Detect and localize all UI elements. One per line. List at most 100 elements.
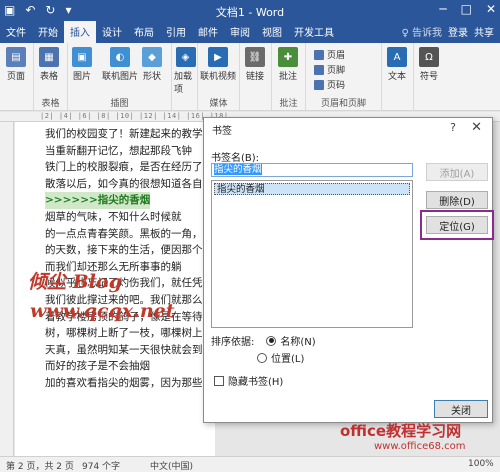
group-label-comments: 批注 <box>279 99 298 109</box>
group-addins: ◈ 加载项 <box>172 43 198 111</box>
tab-view[interactable]: 视图 <box>256 21 288 43</box>
online-picture-button[interactable]: ◐ 联机图片 <box>102 47 138 82</box>
tab-design[interactable]: 设计 <box>96 21 128 43</box>
doc-line: 的一点点青春笑颜。黑板的一角， <box>45 227 203 240</box>
bookmark-name-label: 书签名(B): <box>211 153 260 164</box>
online-picture-icon: ◐ <box>110 47 130 67</box>
tab-developer[interactable]: 开发工具 <box>288 21 340 43</box>
group-label-table: 表格 <box>41 99 60 109</box>
group-label-header-footer: 页眉和页脚 <box>320 99 366 109</box>
group-symbols: Ω 符号 <box>414 43 446 111</box>
delete-button[interactable]: 删除(D) <box>426 191 488 209</box>
tab-references[interactable]: 引用 <box>160 21 192 43</box>
group-media: ▶ 联机视频 媒体 <box>198 43 240 111</box>
doc-line: 当重新翻开记忆，想起那段飞钟 <box>45 144 192 157</box>
site-url: www.office68.com <box>374 441 466 452</box>
group-illustrations: ▣ 图片 ◐ 联机图片 ◆ 形状 插图 <box>68 43 172 111</box>
tab-mailings[interactable]: 邮件 <box>192 21 224 43</box>
symbol-icon: Ω <box>419 47 439 67</box>
tab-home[interactable]: 开始 <box>32 21 64 43</box>
group-links: ⛓ 链接 <box>240 43 272 111</box>
hidden-bookmarks-checkbox[interactable] <box>214 375 224 386</box>
tab-file[interactable]: 文件 <box>0 21 32 43</box>
table-button[interactable]: ▦ 表格 <box>39 47 59 82</box>
site-name: office教程学习网 <box>340 422 462 440</box>
picture-icon: ▣ <box>72 47 92 67</box>
text-icon: A <box>387 47 407 67</box>
doc-line: 天真，虽然明知某一天很快就会到 <box>45 343 203 356</box>
shapes-icon: ◆ <box>142 47 162 67</box>
symbol-button[interactable]: Ω 符号 <box>419 47 439 82</box>
doc-line: 散落以后，如今真的很想知道各自 <box>45 177 203 190</box>
sort-name-label[interactable]: 名称(N) <box>280 333 315 348</box>
bookmark-name-value: 指尖的香烟 <box>214 164 262 175</box>
ribbon-tabs: 文件 开始 插入 设计 布局 引用 邮件 审阅 视图 开发工具 ♀ 告诉我 登录… <box>0 21 500 43</box>
dialog-title: 书签 <box>212 126 232 137</box>
header-button[interactable]: 页眉 <box>314 48 345 61</box>
word-count[interactable]: 974 个字 <box>82 459 120 472</box>
tab-review[interactable]: 审阅 <box>224 21 256 43</box>
share-button[interactable]: 共享 <box>474 24 494 39</box>
pages-button[interactable]: ▤ 页面 <box>6 47 26 82</box>
hidden-bookmarks-row: 隐藏书签(H) <box>214 373 283 388</box>
window-title: 文档1 - Word <box>215 6 285 19</box>
page-count[interactable]: 第 2 页，共 2 页 <box>6 459 74 472</box>
help-icon[interactable]: ? <box>450 121 456 134</box>
footer-icon <box>314 64 324 75</box>
blog-watermark: 倾尘 Blog <box>28 271 122 293</box>
site-watermark: office教程学习网 www.office68.com <box>340 420 466 452</box>
close-button[interactable]: 关闭 <box>434 400 488 418</box>
page-number-icon <box>314 79 324 90</box>
doc-line: 的天数，接下来的生活，便因那个 <box>45 244 203 257</box>
group-label-illustrations: 插图 <box>110 99 129 109</box>
comment-button[interactable]: ✚ 批注 <box>278 47 298 82</box>
addins-button[interactable]: ◈ 加载项 <box>174 47 197 95</box>
vertical-ruler[interactable] <box>0 122 14 456</box>
page-number-button[interactable]: 页码 <box>314 78 345 91</box>
goto-button[interactable]: 定位(G) <box>426 216 488 234</box>
group-text: A 文本 <box>382 43 414 111</box>
maximize-button[interactable]: □ <box>461 2 472 16</box>
url-watermark: www.qcqx.net <box>30 300 175 322</box>
doc-line: 加的喜欢看指尖的烟雾，因为那些 <box>45 376 203 389</box>
dialog-close-icon[interactable]: ✕ <box>471 120 482 135</box>
doc-line: 而好的孩子是不会抽烟 <box>45 360 150 373</box>
sort-location-label[interactable]: 位置(L) <box>271 350 304 365</box>
group-label-media: 媒体 <box>209 99 228 109</box>
shapes-button[interactable]: ◆ 形状 <box>142 47 162 82</box>
addins-icon: ◈ <box>175 47 196 67</box>
bookmark-dialog: 书签 ? ✕ 书签名(B): 指尖的香烟 指尖的香烟 添加(A) 删除(D) 定… <box>203 117 494 423</box>
online-video-button[interactable]: ▶ 联机视频 <box>200 47 236 82</box>
status-bar: 第 2 页，共 2 页 974 个字 中文(中国) 100% <box>0 456 500 472</box>
group-pages: ▤ 页面 <box>0 43 34 111</box>
link-icon: ⛓ <box>245 47 265 67</box>
tab-insert[interactable]: 插入 <box>64 21 96 43</box>
minimize-button[interactable]: ─ <box>439 2 446 16</box>
add-button[interactable]: 添加(A) <box>426 163 488 181</box>
bookmark-name-input[interactable]: 指尖的香烟 <box>211 163 413 177</box>
bookmark-list[interactable]: 指尖的香烟 <box>211 180 413 328</box>
link-button[interactable]: ⛓ 链接 <box>245 47 265 82</box>
tell-me-box[interactable]: ♀ 告诉我 <box>401 24 442 39</box>
login-link[interactable]: 登录 <box>448 24 468 39</box>
text-button[interactable]: A 文本 <box>387 47 407 82</box>
sort-name-radio[interactable] <box>266 335 277 346</box>
tab-layout[interactable]: 布局 <box>128 21 160 43</box>
doc-line: 树，哪棵树上断了一枝，哪棵树上 <box>45 327 203 340</box>
document-body[interactable]: 我们的校园变了！新建起来的教学楼高 当重新翻开记忆，想起那段飞钟 铁门上的校服裂… <box>45 126 215 392</box>
sort-row: 排序依据: 名称(N) <box>211 333 316 348</box>
doc-line: 我们的校园变了！新建起来的教学楼高 <box>45 128 215 140</box>
list-item[interactable]: 指尖的香烟 <box>214 183 410 195</box>
language-indicator[interactable]: 中文(中国) <box>150 459 193 472</box>
picture-button[interactable]: ▣ 图片 <box>72 47 92 82</box>
ribbon: ▤ 页面 ▦ 表格 表格 ▣ 图片 ◐ 联机图片 ◆ 形状 插图 ◈ 加载项 ▶… <box>0 43 500 111</box>
close-window-button[interactable]: ✕ <box>486 2 496 16</box>
comment-icon: ✚ <box>278 47 298 67</box>
doc-line: 烟草的气味，不知什么时候就 <box>45 210 182 223</box>
hidden-bookmarks-label[interactable]: 隐藏书签(H) <box>228 373 283 388</box>
zoom-level[interactable]: 100% <box>468 459 494 469</box>
footer-button[interactable]: 页脚 <box>314 63 345 76</box>
title-bar: ▣ ↶ ↻ ▾ 文档1 - Word ─ □ ✕ <box>0 0 500 22</box>
sort-label: 排序依据: <box>211 337 255 348</box>
sort-location-radio[interactable] <box>257 352 267 363</box>
